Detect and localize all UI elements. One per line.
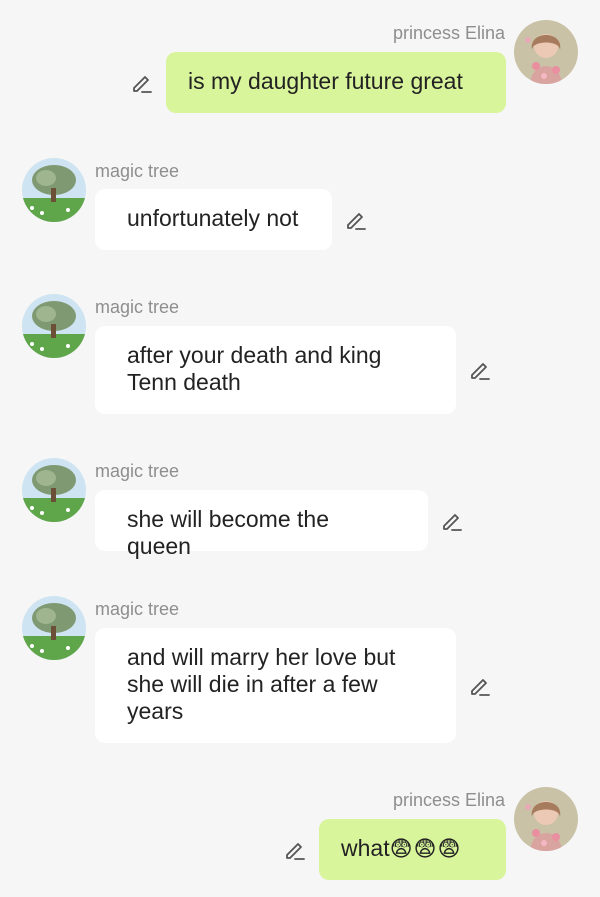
fearful-face-emoji: 😨😨😨 bbox=[389, 837, 462, 862]
edit-icon[interactable] bbox=[283, 838, 307, 862]
message-bubble: after your death and king Tenn death bbox=[95, 326, 456, 414]
message-text: is my daughter future great bbox=[188, 68, 463, 94]
edit-icon[interactable] bbox=[440, 509, 464, 533]
edit-icon[interactable] bbox=[344, 208, 368, 232]
princess-avatar[interactable] bbox=[514, 787, 578, 851]
princess-avatar[interactable] bbox=[514, 20, 578, 84]
sender-name: magic tree bbox=[95, 161, 180, 181]
message-bubble: she will become the queen bbox=[95, 490, 428, 559]
sender-name: princess Elina bbox=[392, 790, 505, 810]
magic-tree-avatar[interactable] bbox=[22, 294, 86, 358]
message-bubble: and will marry her love but she will die… bbox=[95, 628, 456, 743]
magic-tree-avatar[interactable] bbox=[22, 158, 86, 222]
chat-message-user: princess Elina is my daughter future gre… bbox=[0, 0, 600, 130]
chat-message-user: princess Elina what😨😨😨 bbox=[0, 780, 600, 897]
sender-name: magic tree bbox=[95, 599, 180, 619]
chat-message-bot: magic tree after your death and king Ten… bbox=[0, 288, 600, 428]
message-bubble: what😨😨😨 bbox=[319, 819, 506, 880]
edit-icon[interactable] bbox=[468, 358, 492, 382]
edit-icon[interactable] bbox=[468, 674, 492, 698]
chat-message-bot: magic tree unfortunately not bbox=[0, 150, 600, 260]
magic-tree-avatar[interactable] bbox=[22, 458, 86, 522]
sender-name: magic tree bbox=[95, 461, 180, 481]
message-text: she will become the queen bbox=[127, 506, 329, 559]
chat-message-bot: magic tree and will marry her love but s… bbox=[0, 590, 600, 750]
message-text: and will marry her love but she will die… bbox=[127, 644, 396, 724]
message-text: after your death and king Tenn death bbox=[127, 342, 382, 395]
message-text: unfortunately not bbox=[127, 205, 299, 231]
edit-icon[interactable] bbox=[130, 71, 154, 95]
message-text: what bbox=[341, 835, 390, 861]
sender-name: princess Elina bbox=[392, 23, 505, 43]
magic-tree-avatar[interactable] bbox=[22, 596, 86, 660]
chat-message-bot: magic tree she will become the queen bbox=[0, 452, 600, 562]
message-bubble: unfortunately not bbox=[95, 189, 332, 250]
sender-name: magic tree bbox=[95, 297, 180, 317]
message-bubble: is my daughter future great bbox=[166, 52, 506, 113]
